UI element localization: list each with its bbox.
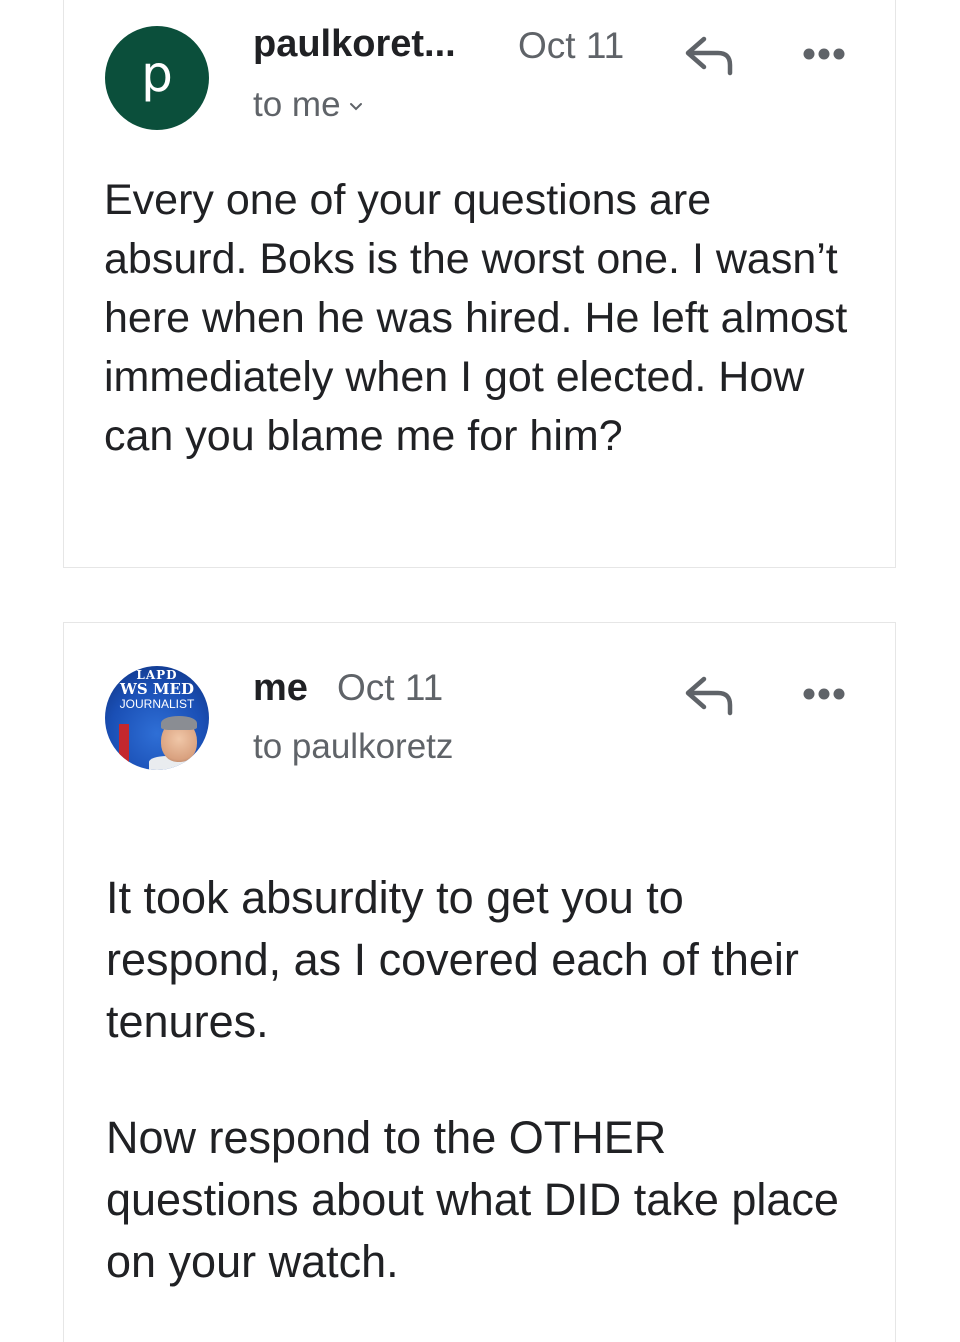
message-body: Every one of your questions are absurd. … bbox=[104, 171, 864, 466]
recipient-toggle[interactable]: to paulkoretz bbox=[253, 727, 453, 767]
reply-icon bbox=[685, 676, 733, 716]
message-paragraph: Every one of your questions are absurd. … bbox=[104, 176, 848, 460]
message-date: Oct 11 bbox=[337, 667, 444, 708]
avatar-text: JOURNALIST bbox=[119, 697, 195, 711]
sender-avatar[interactable]: p bbox=[105, 26, 209, 130]
message-card: p paulkoret... Oct 11 to me Every one of… bbox=[63, 0, 896, 568]
avatar-decoration bbox=[161, 716, 197, 730]
reply-button[interactable] bbox=[680, 669, 740, 719]
message-card: LAPD WS MED JOURNALIST me Oct 11 to paul bbox=[63, 622, 896, 1342]
avatar-decoration bbox=[119, 724, 129, 764]
message-date: Oct 11 bbox=[518, 25, 625, 66]
more-horizontal-icon bbox=[803, 688, 845, 700]
reply-icon bbox=[685, 36, 733, 76]
avatar-text: WS MED bbox=[120, 680, 194, 698]
more-options-button[interactable] bbox=[794, 29, 854, 79]
chevron-down-icon bbox=[349, 95, 363, 118]
sender-avatar[interactable]: LAPD WS MED JOURNALIST bbox=[105, 666, 209, 770]
recipient-label: to paulkoretz bbox=[253, 727, 454, 766]
reply-button[interactable] bbox=[680, 29, 740, 79]
more-horizontal-icon bbox=[803, 48, 845, 60]
email-thread: p paulkoret... Oct 11 to me Every one of… bbox=[0, 0, 960, 1342]
more-options-button[interactable] bbox=[794, 669, 854, 719]
sender-name[interactable]: paulkoret... bbox=[253, 23, 456, 66]
message-paragraph: It took absurdity to get you to respond,… bbox=[106, 872, 799, 1047]
sender-name[interactable]: me bbox=[253, 667, 308, 710]
recipient-label: to me bbox=[253, 85, 341, 124]
recipient-toggle[interactable]: to me bbox=[253, 85, 363, 125]
message-paragraph: Now respond to the OTHER questions about… bbox=[106, 1112, 839, 1287]
message-body: It took absurdity to get you to respond,… bbox=[106, 867, 866, 1293]
